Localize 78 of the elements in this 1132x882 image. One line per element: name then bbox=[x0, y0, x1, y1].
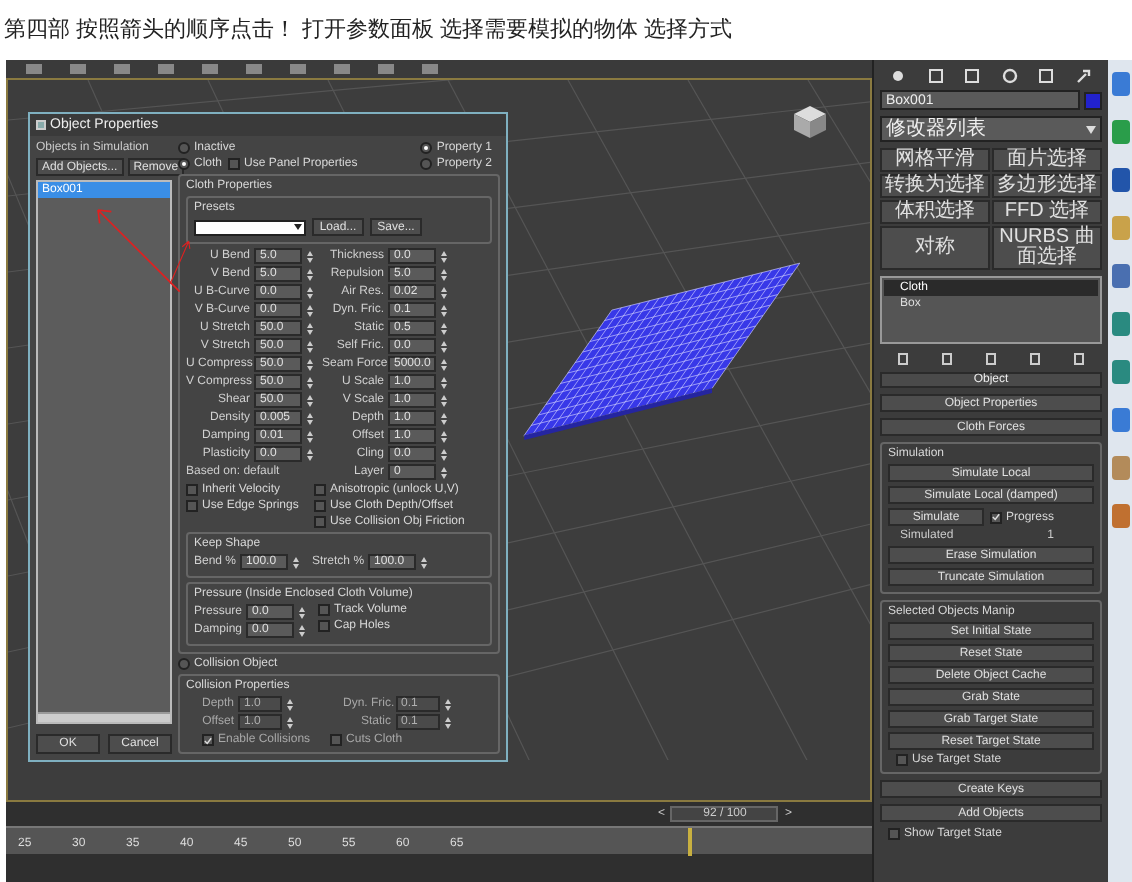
checkbox[interactable] bbox=[318, 604, 330, 616]
spinner-icon[interactable] bbox=[306, 375, 314, 389]
app-icon[interactable] bbox=[1111, 408, 1129, 432]
checkbox[interactable] bbox=[888, 828, 900, 840]
stack-tool-icon[interactable] bbox=[983, 351, 998, 365]
spinner-icon[interactable] bbox=[440, 321, 448, 335]
stack-tool-icon[interactable] bbox=[895, 351, 910, 365]
modifier-button[interactable]: 网格平滑 bbox=[880, 148, 990, 172]
stack-tool-icon[interactable] bbox=[939, 351, 954, 365]
checkbox[interactable] bbox=[314, 500, 326, 512]
spinner-icon[interactable] bbox=[440, 267, 448, 281]
panel-tab-icon[interactable] bbox=[964, 67, 981, 83]
stack-tool-icon[interactable] bbox=[1072, 351, 1087, 365]
spinner-icon[interactable] bbox=[298, 605, 306, 619]
dropdown-arrow-icon bbox=[1086, 125, 1096, 133]
window-icon bbox=[36, 120, 46, 130]
instruction-caption: 第四部 按照箭头的顺序点击！ 打开参数面板 选择需要模拟的物体 选择方式 bbox=[4, 19, 733, 41]
spinner-icon[interactable] bbox=[306, 321, 314, 335]
app-icon[interactable] bbox=[1111, 360, 1129, 384]
spinner-icon[interactable] bbox=[306, 285, 314, 299]
spinner-icon[interactable] bbox=[306, 303, 314, 317]
modifier-list-dropdown[interactable]: 修改器列表 bbox=[880, 116, 1102, 142]
spinner-icon[interactable] bbox=[306, 411, 314, 425]
spinner-icon[interactable] bbox=[440, 429, 448, 443]
dropdown-arrow-icon bbox=[294, 224, 302, 230]
app-icon[interactable] bbox=[1111, 504, 1129, 528]
checkbox[interactable] bbox=[896, 754, 908, 766]
panel-tab-icon[interactable] bbox=[927, 67, 944, 83]
spinner-icon[interactable] bbox=[440, 303, 448, 317]
spinner-icon[interactable] bbox=[306, 447, 314, 461]
app-icon[interactable] bbox=[1111, 168, 1129, 192]
spinner-icon[interactable] bbox=[306, 393, 314, 407]
app-icon[interactable] bbox=[1111, 312, 1129, 336]
modifier-button[interactable]: 转换为选择 bbox=[880, 174, 990, 198]
radio-button[interactable] bbox=[178, 142, 190, 154]
checkmark-icon bbox=[204, 735, 212, 745]
spinner-icon[interactable] bbox=[306, 267, 314, 281]
spinner-icon[interactable] bbox=[440, 393, 448, 407]
object-color-swatch[interactable] bbox=[1084, 91, 1102, 109]
spinner-icon[interactable] bbox=[440, 447, 448, 461]
modifier-button[interactable]: 多边形选择 bbox=[992, 174, 1102, 198]
spinner-icon[interactable] bbox=[440, 411, 448, 425]
app-icon[interactable] bbox=[1111, 120, 1129, 144]
presets-dropdown[interactable] bbox=[194, 219, 306, 235]
spinner-icon[interactable] bbox=[440, 285, 448, 299]
modifier-button[interactable]: 面片选择 bbox=[992, 148, 1102, 172]
spinner-icon[interactable] bbox=[306, 249, 314, 263]
modifier-button[interactable]: 体积选择 bbox=[880, 200, 990, 224]
spinner-icon[interactable] bbox=[306, 357, 314, 371]
stack-tool-icon[interactable] bbox=[1028, 351, 1043, 365]
modifier-button[interactable]: 对称 bbox=[880, 226, 990, 270]
spinner-icon[interactable] bbox=[440, 375, 448, 389]
spinner-icon[interactable] bbox=[306, 429, 314, 443]
modifier-button[interactable]: FFD 选择 bbox=[992, 200, 1102, 224]
app-icon[interactable] bbox=[1111, 72, 1129, 96]
spinner-icon[interactable] bbox=[440, 357, 448, 371]
spinner-icon[interactable] bbox=[298, 623, 306, 637]
spinner-icon[interactable] bbox=[306, 339, 314, 353]
radio-button[interactable] bbox=[420, 158, 433, 170]
spinner-icon[interactable] bbox=[440, 339, 448, 353]
circle-icon[interactable] bbox=[1001, 67, 1018, 83]
checkbox[interactable] bbox=[318, 620, 330, 632]
checkbox[interactable] bbox=[186, 500, 198, 512]
modifier-button[interactable]: NURBS 曲面选择 bbox=[992, 226, 1102, 270]
viewcube-icon[interactable] bbox=[790, 104, 830, 140]
spinner-icon[interactable] bbox=[440, 249, 448, 263]
radio-button[interactable] bbox=[178, 658, 190, 670]
checkbox[interactable] bbox=[314, 516, 326, 528]
checkbox[interactable] bbox=[228, 158, 241, 170]
checkmark-icon bbox=[992, 512, 1000, 522]
checkbox[interactable] bbox=[314, 484, 326, 496]
horizontal-scrollbar[interactable] bbox=[38, 712, 170, 722]
panel-tab-icon[interactable] bbox=[1038, 67, 1055, 83]
checkbox[interactable] bbox=[990, 511, 1002, 523]
spinner-icon[interactable] bbox=[440, 465, 448, 479]
checkbox[interactable] bbox=[186, 484, 198, 496]
app-icon[interactable] bbox=[1111, 264, 1129, 288]
radio-button[interactable] bbox=[420, 142, 433, 154]
